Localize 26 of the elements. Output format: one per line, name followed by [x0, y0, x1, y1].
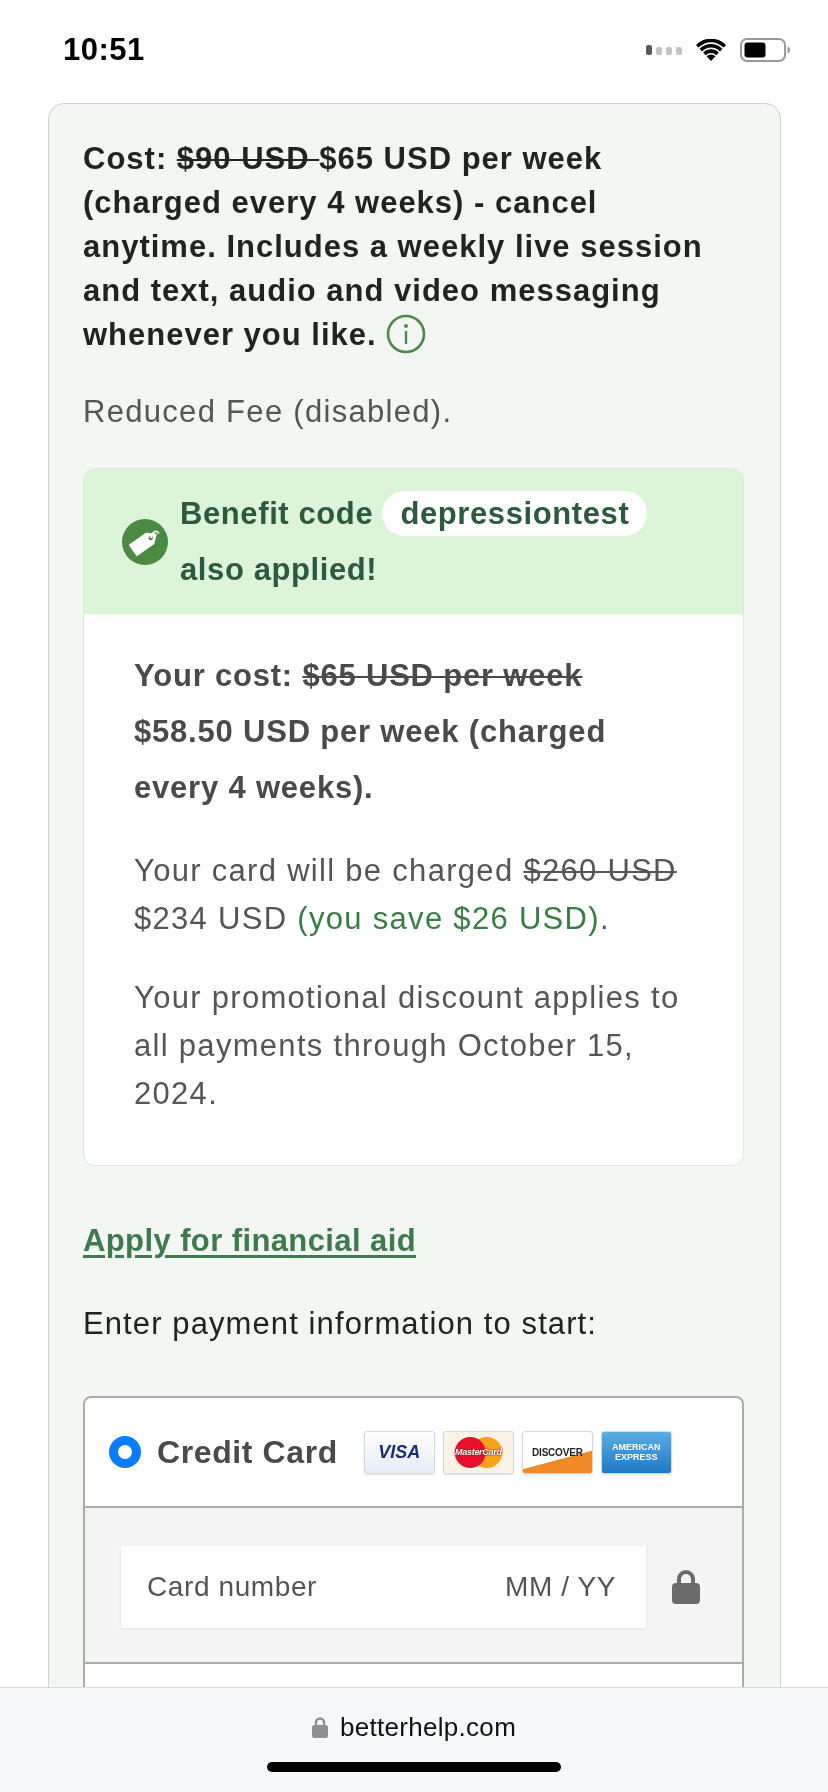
promo-note: Your promotional discount applies to all payments through October 15, 2024.: [134, 979, 681, 1113]
battery-icon: [740, 38, 790, 62]
charge-text: Your card will be charged $260 USD $234 USD (you save $26 USD).: [134, 852, 678, 938]
card-logo: VISA: [363, 1430, 435, 1474]
card-number-input[interactable]: Card number: [147, 1571, 476, 1603]
card-logo: DISCOVER: [521, 1430, 593, 1474]
payment-prompt: Enter payment information to start:: [83, 1305, 599, 1343]
info-icon[interactable]: [386, 313, 427, 354]
card-logo: AMERICAN EXPRESS: [600, 1430, 672, 1474]
your-cost-text: Your cost: $65 USD per week $58.50 USD per week (charged every 4 weeks).: [134, 657, 608, 807]
payment-method-label[interactable]: Credit Card: [157, 1433, 338, 1471]
cost-description: Cost: $90 USD $65 USD per week (charged every 4 weeks) - cancel anytime. Includes a weekly live session and text, audio and video messaging whenever you like.: [83, 140, 704, 356]
fee-note: Reduced Fee (disabled).: [83, 393, 454, 431]
radio-button[interactable]: [109, 1436, 141, 1468]
status-time: 10:51: [63, 32, 145, 68]
tag-icon: [122, 519, 168, 565]
promo-code-badge: depressiontest: [382, 491, 648, 536]
financial-aid-link[interactable]: Apply for financial aid: [83, 1223, 417, 1258]
signal-icon: [646, 44, 682, 56]
expiry-input[interactable]: MM / YY: [476, 1571, 616, 1603]
lock-icon: [672, 1570, 700, 1604]
wifi-icon: [696, 39, 726, 61]
url-text[interactable]: betterhelp.com: [339, 1711, 517, 1743]
lock-icon: [311, 1716, 328, 1738]
benefit-label: Benefit code: [180, 496, 374, 531]
benefit-applied-text: also applied!: [180, 552, 378, 587]
